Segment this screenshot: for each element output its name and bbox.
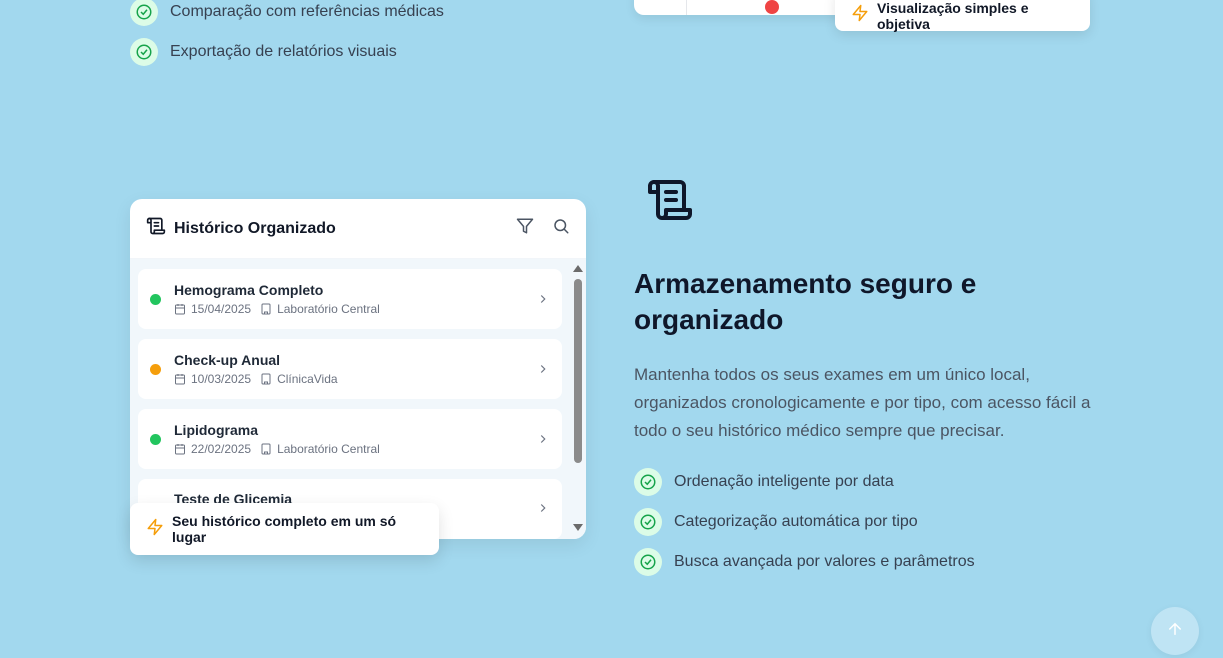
feature-text: Exportação de relatórios visuais — [170, 43, 397, 60]
item-title: Hemograma Completo — [174, 282, 324, 298]
check-circle-icon — [634, 468, 662, 496]
zap-icon — [146, 518, 164, 541]
chevron-right-icon — [536, 292, 550, 306]
item-title: Lipidograma — [174, 422, 259, 438]
item-date: 15/04/2025 — [191, 302, 252, 316]
history-list: Hemograma Completo 15/04/2025 Laboratóri… — [130, 259, 586, 539]
scroll-icon — [146, 216, 166, 241]
building-icon — [260, 443, 272, 455]
status-dot — [150, 293, 161, 305]
visualization-badge-text: Visualização simples e objetiva — [877, 0, 1029, 32]
arrow-up-icon — [1166, 620, 1184, 643]
item-date: 22/02/2025 — [191, 442, 252, 456]
visualization-badge: Visualização simples e objetiva — [835, 0, 1090, 32]
list-item[interactable]: Hemograma Completo 15/04/2025 Laboratóri… — [138, 269, 562, 329]
history-badge: Seu histórico completo em um só lugar — [130, 503, 439, 555]
history-card-header: Histórico Organizado — [130, 199, 586, 259]
feature-item: Comparação com referências médicas — [130, 0, 444, 26]
item-lab: ClínicaVida — [277, 372, 338, 386]
feature-text: Categorização automática por tipo — [674, 513, 918, 530]
list-scrollbar[interactable] — [572, 259, 584, 539]
feature-item: Ordenação inteligente por data — [634, 468, 894, 496]
calendar-icon — [174, 303, 186, 315]
chevron-right-icon — [536, 432, 550, 446]
feature-item: Categorização automática por tipo — [634, 508, 918, 536]
list-item[interactable]: Check-up Anual 10/03/2025 ClínicaVida — [138, 339, 562, 399]
item-title: Check-up Anual — [174, 352, 281, 368]
feature-item: Exportação de relatórios visuais — [130, 38, 397, 66]
scroll-to-top-button[interactable] — [1151, 607, 1199, 655]
zap-icon — [851, 4, 869, 27]
chevron-right-icon — [536, 501, 550, 515]
calendar-icon — [174, 373, 186, 385]
scroll-down-arrow[interactable] — [573, 524, 583, 531]
check-circle-icon — [130, 38, 158, 66]
feature-text: Busca avançada por valores e parâmetros — [674, 553, 975, 570]
data-point-marker — [765, 0, 779, 14]
feature-text: Comparação com referências médicas — [170, 3, 444, 20]
building-icon — [260, 303, 272, 315]
history-badge-text: Seu histórico completo em um só lugar — [172, 513, 397, 545]
check-circle-icon — [130, 0, 158, 26]
status-dot — [150, 363, 161, 375]
item-lab: Laboratório Central — [277, 302, 380, 316]
scroll-thumb[interactable] — [574, 279, 582, 463]
scroll-up-arrow[interactable] — [573, 265, 583, 272]
search-icon[interactable] — [552, 217, 570, 240]
scroll-icon — [646, 176, 694, 229]
chevron-right-icon — [536, 362, 550, 376]
section-description: Mantenha todos os seus exames em um únic… — [634, 365, 1091, 440]
filter-icon[interactable] — [516, 217, 534, 240]
section-heading: Armazenamento seguro e organizado — [634, 268, 977, 335]
check-circle-icon — [634, 508, 662, 536]
item-lab: Laboratório Central — [277, 442, 380, 456]
building-icon — [260, 373, 272, 385]
feature-text: Ordenação inteligente por data — [674, 473, 894, 490]
feature-item: Busca avançada por valores e parâmetros — [634, 548, 975, 576]
list-item[interactable]: Lipidograma 22/02/2025 Laboratório Centr… — [138, 409, 562, 469]
check-circle-icon — [634, 548, 662, 576]
history-card-title: Histórico Organizado — [174, 219, 336, 237]
status-dot — [150, 433, 161, 445]
calendar-icon — [174, 443, 186, 455]
history-card: Histórico Organizado Hemograma Completo … — [130, 199, 586, 539]
item-date: 10/03/2025 — [191, 372, 252, 386]
